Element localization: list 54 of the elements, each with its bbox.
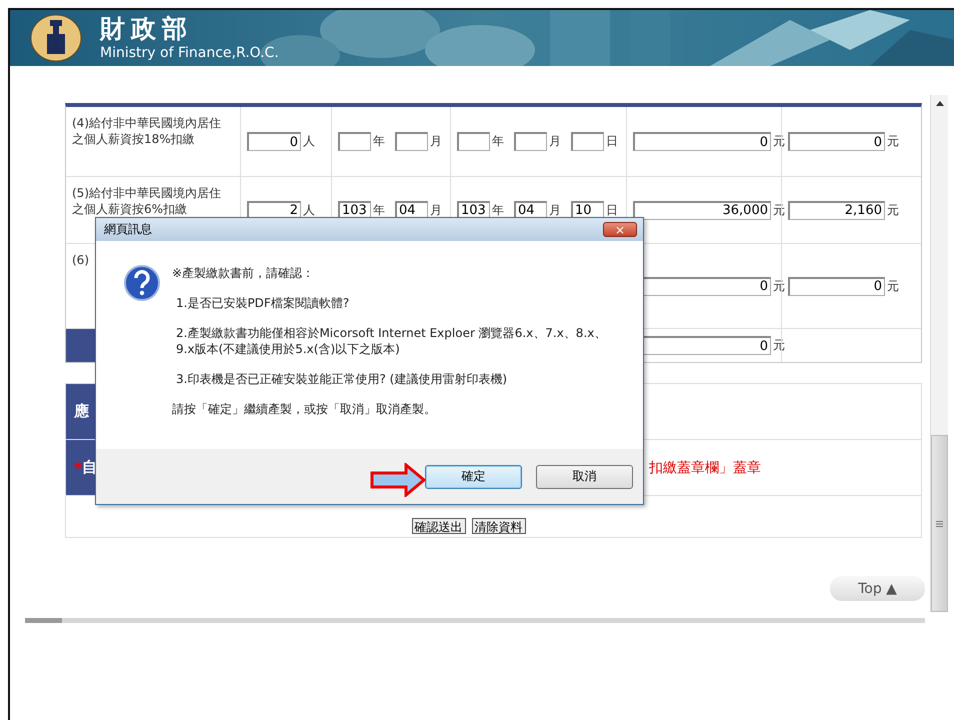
input-field[interactable]	[514, 132, 547, 151]
input-field[interactable]: 0	[788, 132, 885, 151]
input-field[interactable]	[457, 132, 490, 151]
dialog-title: 網頁訊息	[104, 221, 152, 238]
unit-label: 元	[887, 202, 899, 218]
input-field[interactable]: 0	[247, 132, 301, 151]
input-field[interactable]	[338, 132, 371, 151]
section-heading: 應	[74, 402, 89, 421]
dialog-footer-text: 請按「確定」繼續產製，或按「取消」取消產製。	[172, 401, 437, 417]
unit-label: 日	[606, 133, 618, 150]
unit-label: 年	[373, 133, 385, 150]
section-heading: 自	[82, 458, 97, 477]
required-marker: *	[74, 458, 82, 476]
close-button[interactable]: ×	[603, 222, 637, 237]
horizontal-scrollbar[interactable]	[25, 618, 925, 623]
dialog-button[interactable]: 取消	[536, 464, 633, 488]
row-label: (6)	[72, 252, 90, 268]
input-field[interactable]: 0	[633, 132, 771, 151]
row-label: (4)給付非中華民國境內居住之個人薪資按18%扣繳	[72, 115, 222, 147]
grip-icon	[936, 520, 943, 526]
unit-label: 人	[303, 133, 315, 150]
input-field[interactable]	[571, 132, 604, 151]
input-field[interactable]	[395, 132, 428, 151]
unit-label: 日	[606, 202, 618, 218]
dialog-item: 3.印表機是否已正確安裝並能正常使用? (建議使用雷射印表機)	[175, 371, 508, 387]
input-field[interactable]: 0	[788, 276, 885, 296]
input-field[interactable]: 2,160	[788, 200, 885, 220]
pointer-arrow	[370, 463, 426, 497]
site-title: 財政部	[100, 14, 193, 45]
unit-label: 年	[373, 202, 385, 218]
unit-label: 元	[887, 278, 899, 294]
form-button[interactable]: 確認送出	[412, 518, 466, 534]
unit-label: 年	[492, 133, 504, 150]
dialog-button[interactable]: 確定	[425, 464, 522, 488]
up-arrow-icon[interactable]	[936, 101, 944, 106]
unit-label: 月	[549, 202, 561, 218]
top-button[interactable]: Top ▲	[830, 576, 925, 601]
question-icon	[124, 265, 160, 301]
dialog-heading: ※產製繳款書前，請確認：	[172, 265, 316, 281]
site-subtitle: Ministry of Finance,R.O.C.	[100, 45, 279, 61]
form-button[interactable]: 清除資料	[472, 518, 526, 534]
unit-label: 月	[430, 133, 442, 150]
unit-label: 元	[887, 133, 899, 150]
section-note: 扣繳蓋章欄」蓋章	[649, 458, 761, 476]
unit-label: 月	[549, 133, 561, 150]
unit-label: 人	[303, 202, 315, 218]
input-field[interactable]: 36,000	[633, 200, 771, 220]
row-label: (5)給付非中華民國境內居住之個人薪資按6%扣繳	[72, 185, 222, 217]
dialog-item: 1.是否已安裝PDF檔案閱讀軟體?	[175, 295, 350, 311]
unit-label: 年	[492, 202, 504, 218]
unit-label: 月	[430, 202, 442, 218]
emblem-icon	[30, 14, 82, 62]
vertical-scrollbar[interactable]	[930, 95, 948, 612]
dialog-item: 2.產製繳款書功能僅相容於Micorsoft Internet Exploer 瀏覽器6.x、7.x、8.x、9.x版本(不建議使用於5.x(含)以下之版本)	[175, 325, 608, 357]
